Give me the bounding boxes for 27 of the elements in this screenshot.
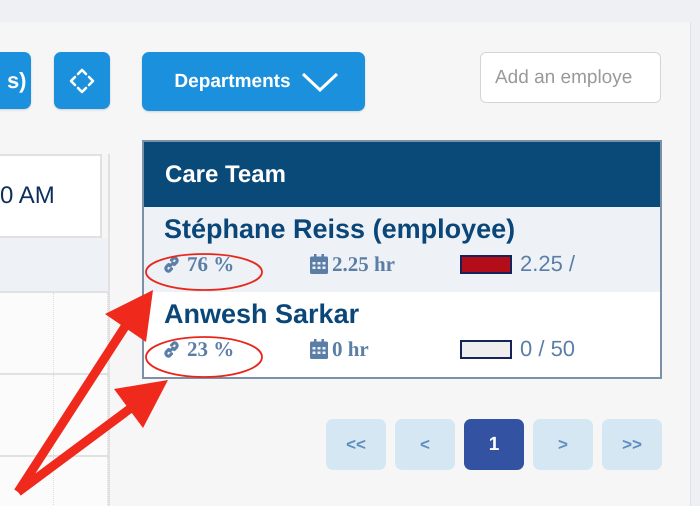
progress-bar (460, 254, 512, 274)
fullscreen-button[interactable] (54, 52, 110, 109)
ratio-text: 0 / 50 (520, 336, 576, 362)
page-button[interactable]: > (533, 419, 593, 470)
percent-text: 76 % (187, 252, 234, 276)
page-button[interactable]: >> (602, 419, 662, 470)
page-button[interactable]: 1 (464, 419, 524, 470)
employee-row[interactable]: Stéphane Reiss (employee) 76 % 2.25 hr 2.25 / (144, 207, 660, 292)
departments-dropdown[interactable]: Departments (142, 52, 365, 111)
page-button[interactable]: << (326, 419, 386, 470)
expand-icon (68, 68, 95, 94)
search-field[interactable]: Add an employe (480, 52, 661, 103)
table-cell: 0 AM (0, 154, 102, 238)
toolbar-button[interactable]: s) (0, 52, 30, 109)
ratio-text: 2.25 / (520, 251, 576, 277)
employee-name: Stéphane Reiss (employee) (164, 213, 516, 246)
calendar-icon (310, 339, 328, 359)
calendar-icon (310, 254, 328, 274)
page-button[interactable]: < (395, 419, 455, 470)
link-icon (162, 254, 181, 274)
employee-name: Anwesh Sarkar (164, 298, 360, 331)
table-title: Care Team (165, 160, 286, 188)
hours-text: 2.25 hr (332, 252, 395, 276)
hours-text: 0 hr (332, 336, 369, 362)
link-icon (162, 340, 181, 358)
percent-text: 23 % (187, 336, 234, 362)
chevron-down-icon (300, 72, 339, 92)
